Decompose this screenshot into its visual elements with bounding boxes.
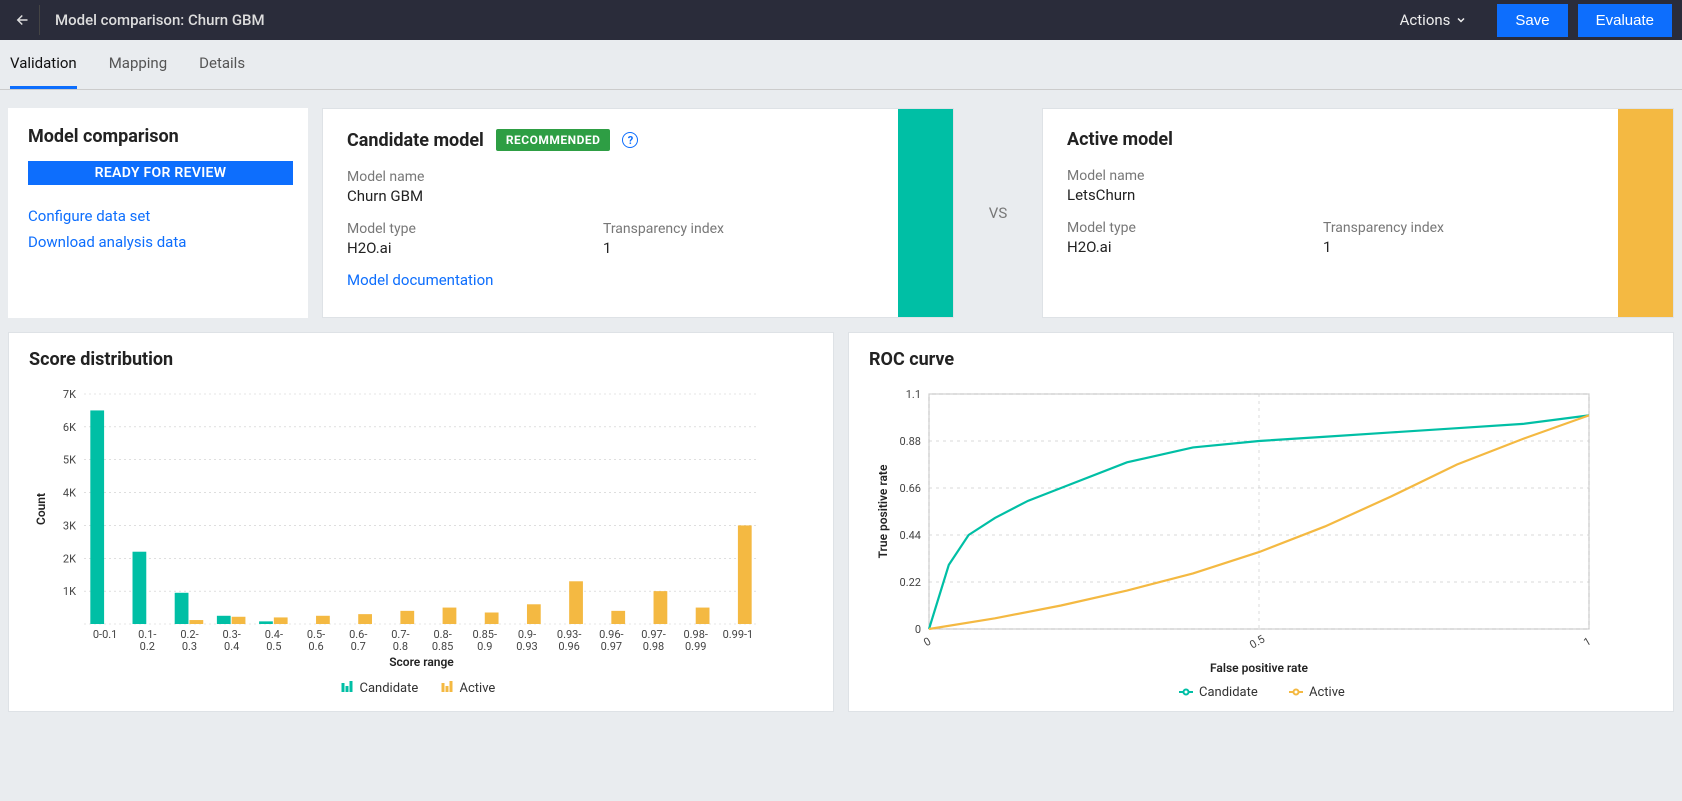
svg-text:0.4: 0.4 [224, 640, 239, 653]
top-bar: Model comparison: Churn GBM Actions Save… [0, 0, 1682, 40]
actions-dropdown[interactable]: Actions [1400, 11, 1468, 29]
svg-text:Candidate: Candidate [1199, 685, 1258, 700]
candidate-heading: Candidate model [347, 130, 484, 151]
svg-text:0.93: 0.93 [516, 640, 537, 653]
tab-validation[interactable]: Validation [10, 40, 77, 89]
evaluate-button[interactable]: Evaluate [1578, 4, 1672, 37]
svg-text:7K: 7K [63, 388, 76, 401]
active-name-value: LetsChurn [1067, 186, 1323, 204]
svg-text:5K: 5K [63, 454, 76, 467]
svg-text:0.96: 0.96 [558, 640, 579, 653]
svg-text:0.22: 0.22 [900, 576, 921, 589]
svg-text:0.99-1: 0.99-1 [723, 628, 754, 641]
candidate-name-label: Model name [347, 169, 603, 185]
svg-text:0: 0 [921, 635, 933, 649]
active-accent-stripe [1618, 109, 1673, 317]
svg-text:0.85: 0.85 [432, 640, 453, 653]
candidate-transp-value: 1 [603, 239, 859, 257]
svg-text:4K: 4K [63, 487, 76, 500]
candidate-type-value: H2O.ai [347, 239, 603, 257]
svg-text:0.44: 0.44 [900, 529, 921, 542]
svg-text:1: 1 [1581, 635, 1593, 649]
status-badge: READY FOR REVIEW [28, 161, 293, 185]
candidate-name-value: Churn GBM [347, 187, 603, 205]
svg-text:0.98: 0.98 [643, 640, 664, 653]
page-title: Model comparison: Churn GBM [55, 11, 1400, 29]
model-comparison-panel: Model comparison READY FOR REVIEW Config… [8, 108, 308, 318]
active-model-card: Active model Model name LetsChurn Model … [1042, 108, 1674, 318]
svg-text:False positive rate: False positive rate [1210, 661, 1309, 675]
download-analysis-link[interactable]: Download analysis data [28, 233, 288, 251]
active-heading: Active model [1067, 129, 1173, 150]
svg-text:0.66: 0.66 [900, 482, 921, 495]
tab-details[interactable]: Details [199, 40, 245, 89]
svg-text:0.5: 0.5 [266, 640, 281, 653]
svg-text:6K: 6K [63, 421, 76, 434]
svg-text:Active: Active [460, 681, 496, 696]
svg-text:0.88: 0.88 [900, 435, 921, 448]
active-type-label: Model type [1067, 220, 1323, 236]
svg-text:0.6: 0.6 [308, 640, 323, 653]
roc-curve-chart: 0 0.22 0.44 0.66 0.88 1.1 0 0.5 1 False positive … [869, 384, 1609, 704]
active-transp-value: 1 [1323, 238, 1579, 256]
tabs: Validation Mapping Details [0, 40, 1682, 90]
save-button[interactable]: Save [1497, 4, 1567, 37]
back-button[interactable] [10, 5, 40, 35]
score-distribution-title: Score distribution [29, 349, 813, 370]
model-comparison-title: Model comparison [28, 126, 288, 147]
svg-text:Count: Count [34, 493, 48, 525]
svg-text:Active: Active [1309, 685, 1345, 700]
svg-text:0: 0 [915, 623, 921, 636]
active-type-value: H2O.ai [1067, 238, 1323, 256]
help-icon[interactable]: ? [622, 132, 638, 148]
score-distribution-card: Score distribution 1K 2K 3K 4K 5K 6K 7K Count 0-… [8, 332, 834, 712]
model-documentation-link[interactable]: Model documentation [347, 271, 929, 289]
svg-text:0.97: 0.97 [601, 640, 622, 653]
svg-text:Candidate: Candidate [360, 681, 419, 696]
configure-dataset-link[interactable]: Configure data set [28, 207, 288, 225]
svg-text:1K: 1K [63, 585, 76, 598]
svg-text:0.7: 0.7 [351, 640, 366, 653]
candidate-type-label: Model type [347, 221, 603, 237]
score-distribution-chart: 1K2K3K4K5K6K7KCount0-0.10.1-0.20.2-0.30.… [29, 384, 769, 704]
roc-curve-title: ROC curve [869, 349, 1653, 370]
svg-text:True positive rate: True positive rate [876, 464, 890, 558]
candidate-model-card: Candidate model RECOMMENDED ? Model name… [322, 108, 954, 318]
svg-text:0.5: 0.5 [1247, 633, 1267, 652]
svg-text:0.3: 0.3 [182, 640, 197, 653]
candidate-accent-stripe [898, 109, 953, 317]
svg-text:0.8: 0.8 [393, 640, 408, 653]
svg-text:0-0.1: 0-0.1 [93, 628, 118, 641]
svg-text:0.2: 0.2 [140, 640, 155, 653]
vs-separator: VS [968, 108, 1028, 318]
chevron-down-icon [1455, 14, 1467, 26]
roc-curve-card: ROC curve 0 0.22 0.44 0.66 0.88 1.1 0 0.5 1 False… [848, 332, 1674, 712]
active-name-label: Model name [1067, 168, 1323, 184]
svg-text:0.9: 0.9 [477, 640, 492, 653]
recommended-badge: RECOMMENDED [496, 129, 611, 151]
svg-text:Score range: Score range [389, 655, 454, 669]
svg-text:2K: 2K [63, 552, 76, 565]
svg-text:0.99: 0.99 [685, 640, 706, 653]
actions-label: Actions [1400, 11, 1451, 29]
svg-text:3K: 3K [63, 519, 76, 532]
tab-mapping[interactable]: Mapping [109, 40, 167, 89]
candidate-transp-label: Transparency index [603, 221, 859, 237]
active-transp-label: Transparency index [1323, 220, 1579, 236]
svg-text:1.1: 1.1 [906, 388, 921, 401]
